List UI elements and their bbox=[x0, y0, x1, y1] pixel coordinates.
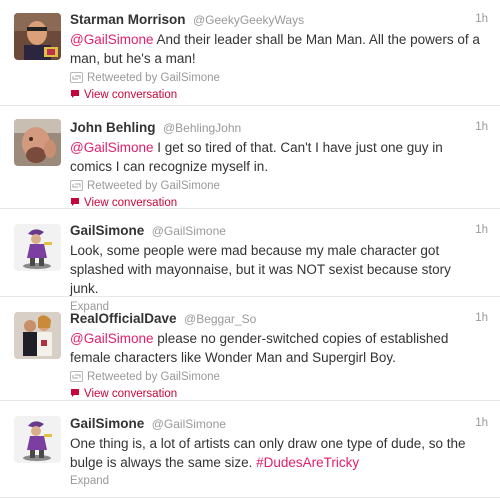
retweet-icon bbox=[70, 72, 83, 88]
tweet-fullname[interactable]: GailSimone bbox=[70, 416, 144, 431]
speech-bubble-icon bbox=[70, 88, 80, 105]
tweet-username[interactable]: @GeekyGeekyWays bbox=[193, 13, 304, 27]
avatar[interactable] bbox=[14, 224, 61, 271]
retweet-icon bbox=[70, 371, 83, 387]
hashtag-link[interactable]: #DudesAreTricky bbox=[256, 455, 359, 470]
tweet-text: @GailSimone please no gender-switched co… bbox=[70, 329, 480, 367]
avatar-figurine-icon bbox=[14, 224, 61, 271]
view-conversation-label[interactable]: View conversation bbox=[84, 197, 177, 209]
tweet-fullname[interactable]: GailSimone bbox=[70, 223, 144, 238]
tweet-fullname[interactable]: RealOfficialDave bbox=[70, 311, 177, 326]
tweet-username[interactable]: @Beggar_So bbox=[184, 312, 256, 326]
retweet-context: Retweeted by GailSimone bbox=[70, 369, 488, 385]
retweet-icon bbox=[70, 180, 83, 196]
tweet-timestamp[interactable]: 1h bbox=[475, 11, 488, 28]
tweet-timestamp[interactable]: 1h bbox=[475, 415, 488, 432]
avatar-figurine-icon bbox=[14, 416, 61, 463]
tweet-header: RealOfficialDave @Beggar_So 1h bbox=[70, 310, 488, 327]
mention-link[interactable]: @GailSimone bbox=[70, 140, 154, 155]
view-conversation-label[interactable]: View conversation bbox=[84, 89, 177, 101]
tweet-header: John Behling @BehlingJohn 1h bbox=[70, 119, 488, 136]
expand-link[interactable]: Expand bbox=[70, 473, 488, 489]
retweeted-by-label[interactable]: Retweeted by GailSimone bbox=[87, 72, 220, 84]
tweet-username[interactable]: @GailSimone bbox=[152, 417, 226, 431]
avatar-photo-icon bbox=[14, 312, 61, 359]
tweet-header: GailSimone @GailSimone 1h bbox=[70, 415, 488, 432]
tweet-text: @GailSimone And their leader shall be Ma… bbox=[70, 30, 480, 68]
tweet-username[interactable]: @GailSimone bbox=[152, 224, 226, 238]
avatar-photo-icon bbox=[14, 119, 61, 166]
mention-link[interactable]: @GailSimone bbox=[70, 331, 154, 346]
view-conversation-label[interactable]: View conversation bbox=[84, 388, 177, 400]
tweet-header: Starman Morrison @GeekyGeekyWays 1h bbox=[70, 11, 488, 28]
tweet-timestamp[interactable]: 1h bbox=[475, 222, 488, 239]
tweet-timestamp[interactable]: 1h bbox=[475, 119, 488, 136]
tweet-item[interactable]: GailSimone @GailSimone 1h Look, some peo… bbox=[0, 209, 500, 313]
view-conversation-link[interactable]: View conversation bbox=[70, 87, 488, 104]
avatar[interactable] bbox=[14, 119, 61, 166]
tweet-header: GailSimone @GailSimone 1h bbox=[70, 222, 488, 239]
tweet-fullname[interactable]: Starman Morrison bbox=[70, 12, 186, 27]
tweet-item[interactable]: Starman Morrison @GeekyGeekyWays 1h @Gai… bbox=[0, 0, 500, 106]
tweet-item[interactable]: GailSimone @GailSimone 1h One thing is, … bbox=[0, 401, 500, 498]
tweet-item[interactable]: RealOfficialDave @Beggar_So 1h @GailSimo… bbox=[0, 297, 500, 401]
avatar[interactable] bbox=[14, 13, 61, 60]
retweet-context: Retweeted by GailSimone bbox=[70, 178, 488, 194]
tweet-item[interactable]: John Behling @BehlingJohn 1h @GailSimone… bbox=[0, 106, 500, 209]
retweeted-by-label[interactable]: Retweeted by GailSimone bbox=[87, 180, 220, 192]
tweet-fullname[interactable]: John Behling bbox=[70, 120, 156, 135]
tweet-timeline: Starman Morrison @GeekyGeekyWays 1h @Gai… bbox=[0, 0, 500, 498]
tweet-text: One thing is, a lot of artists can only … bbox=[70, 434, 480, 472]
tweet-text: Look, some people were mad because my ma… bbox=[70, 243, 451, 296]
tweet-text: @GailSimone I get so tired of that. Can'… bbox=[70, 138, 480, 176]
tweet-timestamp[interactable]: 1h bbox=[475, 310, 488, 327]
retweet-context: Retweeted by GailSimone bbox=[70, 70, 488, 86]
mention-link[interactable]: @GailSimone bbox=[70, 32, 154, 47]
tweet-username[interactable]: @BehlingJohn bbox=[163, 121, 241, 135]
avatar[interactable] bbox=[14, 312, 61, 359]
avatar-photo-icon bbox=[14, 13, 61, 60]
avatar[interactable] bbox=[14, 416, 61, 463]
retweeted-by-label[interactable]: Retweeted by GailSimone bbox=[87, 371, 220, 383]
